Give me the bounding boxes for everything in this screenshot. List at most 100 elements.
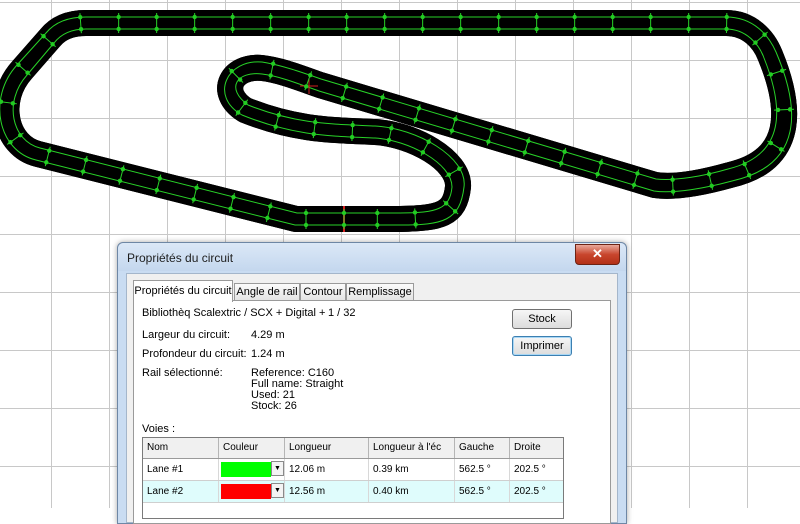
rail-joint-dot — [81, 169, 85, 173]
rail-joint-dot — [534, 15, 538, 19]
rail-joint-dot — [230, 15, 234, 19]
table-row[interactable]: Lane #2 ▼ 12.56 m 0.40 km 562.5 ° 202.5 … — [143, 481, 563, 503]
rail-joint-dot — [632, 183, 636, 187]
dialog-titlebar[interactable]: Propriétés du circuit ✕ — [118, 243, 626, 271]
lane-name: Lane #2 — [143, 481, 219, 502]
rail-joint-dot — [78, 15, 82, 19]
rail-joint-dot — [426, 140, 430, 144]
rail-joint-dot — [496, 15, 500, 19]
lane-left-angle: 562.5 ° — [455, 481, 510, 502]
rail-joint-dot — [709, 184, 713, 188]
rail-joint-dot — [192, 27, 196, 31]
chevron-down-icon[interactable]: ▼ — [271, 461, 284, 476]
lane-color-cell[interactable]: ▼ — [219, 459, 285, 480]
rail-joint-dot — [269, 73, 273, 77]
rail-joint-dot — [725, 15, 729, 19]
rail-joint-dot — [572, 15, 576, 19]
lane-right-angle: 202.5 ° — [510, 481, 563, 502]
column-header-color[interactable]: Couleur — [219, 438, 285, 458]
tab-circuit-properties[interactable]: Propriétés du circuit — [133, 280, 233, 302]
lanes-table-header: Nom Couleur Longueur Longueur à l'éc Gau… — [143, 438, 563, 459]
rail-joint-dot — [458, 15, 462, 19]
rail-joint-dot — [670, 177, 674, 181]
depth-value: 1.24 m — [251, 348, 285, 360]
circuit-properties-dialog: Propriétés du circuit ✕ Propriétés du ci… — [117, 242, 627, 524]
stock-button[interactable]: Stock — [512, 309, 572, 329]
rail-joint-dot — [79, 27, 83, 31]
rail-joint-dot — [382, 15, 386, 19]
rail-joint-dot — [268, 15, 272, 19]
rail-joint-dot — [304, 211, 308, 215]
rail-joint-dot — [265, 216, 269, 220]
rail-joint-dot — [648, 27, 652, 31]
rail-joint-dot — [158, 176, 162, 180]
rail-joint-dot — [420, 15, 424, 19]
rail-joint-dot — [387, 138, 391, 142]
rail-joint-dot — [116, 27, 120, 31]
lane-color-swatch — [221, 484, 271, 499]
rail-joint-dot — [118, 179, 122, 183]
rail-joint-dot — [306, 27, 310, 31]
rail-joint-dot — [453, 209, 457, 213]
rail-joint-dot — [762, 32, 766, 36]
rail-joint-dot — [84, 158, 88, 162]
rail-joint-dot — [8, 140, 12, 144]
tab-contour[interactable]: Contour — [300, 283, 346, 301]
chevron-down-icon[interactable]: ▼ — [271, 483, 284, 498]
rail-joint-dot — [559, 161, 563, 165]
rail-joint-dot — [648, 15, 652, 19]
dialog-body: Propriétés du circuit Angle de rail Cont… — [126, 273, 618, 523]
column-header-left[interactable]: Gauche — [455, 438, 510, 458]
table-row[interactable]: Lane #1 ▼ 12.06 m 0.39 km 562.5 ° 202.5 … — [143, 459, 563, 481]
rail-joint-dot — [154, 27, 158, 31]
rail-joint-dot — [47, 148, 51, 152]
rail-joint-dot — [342, 211, 346, 215]
rail-joint-dot — [194, 186, 198, 190]
rail-joint-dot — [121, 167, 125, 171]
rail-joint-dot — [312, 132, 316, 136]
rail-joint-dot — [526, 139, 530, 143]
rail-joint-dot — [453, 117, 457, 121]
lane-scale-length: 0.39 km — [369, 459, 455, 480]
rail-joint-dot — [496, 27, 500, 31]
rail-joint-dot — [635, 171, 639, 175]
rail-joint-dot — [350, 123, 354, 127]
rail-joint-dot — [344, 15, 348, 19]
rail-joint-dot — [447, 172, 451, 176]
rail-joint-dot — [486, 139, 490, 143]
column-header-scale-length[interactable]: Longueur à l'éc — [369, 438, 455, 458]
library-page: 1 / 32 — [328, 307, 356, 319]
lane-name: Lane #1 — [143, 459, 219, 480]
tab-fill[interactable]: Remplissage — [346, 283, 414, 301]
dialog-title: Propriétés du circuit — [127, 251, 233, 265]
library-label: Bibliothèq Scalextric / SCX + Digital + — [142, 307, 325, 319]
close-button[interactable]: ✕ — [575, 244, 620, 265]
rail-joint-dot — [421, 150, 425, 154]
rail-joint-dot — [769, 141, 773, 145]
column-header-name[interactable]: Nom — [143, 438, 219, 458]
lane-color-cell[interactable]: ▼ — [219, 481, 285, 502]
rail-joint-dot — [724, 27, 728, 31]
rail-joint-dot — [313, 120, 317, 124]
rail-joint-dot — [375, 211, 379, 215]
rail-joint-dot — [599, 160, 603, 164]
rail-joint-dot — [342, 223, 346, 227]
rail-joint-dot — [417, 106, 421, 110]
column-header-length[interactable]: Longueur — [285, 438, 369, 458]
properties-panel: Bibliothèq Scalextric / SCX + Digital + … — [133, 300, 611, 524]
rail-joint-dot — [273, 124, 277, 128]
rail-joint-dot — [375, 223, 379, 227]
rail-joint-dot — [562, 150, 566, 154]
rail-joint-dot — [304, 84, 308, 88]
width-label: Largeur du circuit: — [142, 329, 230, 341]
rail-joint-dot — [610, 27, 614, 31]
rail-joint-dot — [747, 173, 751, 177]
rail-joint-dot — [413, 222, 417, 226]
column-header-right[interactable]: Droite — [510, 438, 563, 458]
rail-joint-dot — [671, 189, 675, 193]
tab-rail-angle[interactable]: Angle de rail — [234, 283, 300, 301]
print-button[interactable]: Imprimer — [512, 336, 572, 356]
rail-joint-dot — [344, 27, 348, 31]
rail-joint-dot — [25, 71, 29, 75]
selected-rail-label: Rail sélectionné: — [142, 367, 223, 379]
